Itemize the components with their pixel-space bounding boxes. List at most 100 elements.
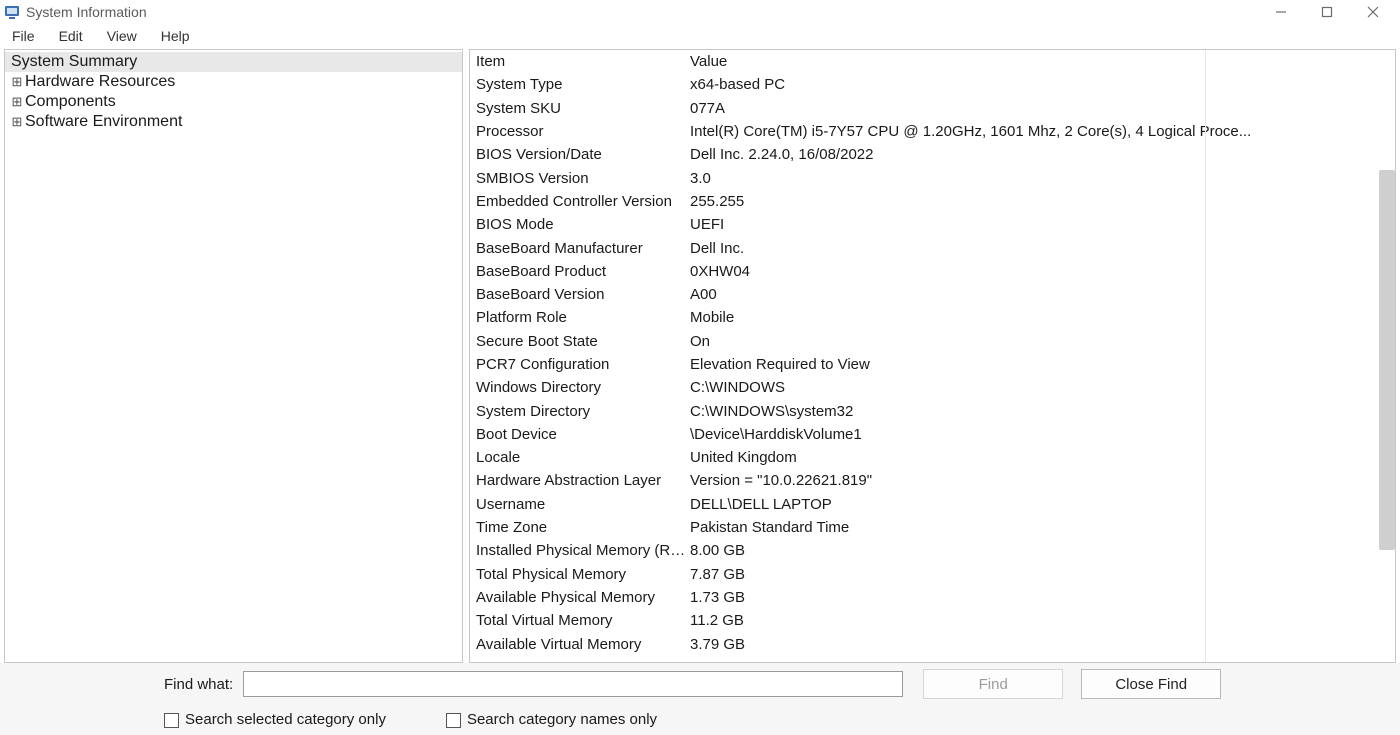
details-grid[interactable]: Item Value System Typex64-based PCSystem… bbox=[470, 50, 1395, 662]
find-input[interactable] bbox=[243, 671, 903, 697]
cell-item: Platform Role bbox=[470, 309, 688, 326]
cell-value: On bbox=[688, 333, 1395, 350]
find-button-label: Find bbox=[979, 676, 1008, 693]
scrollbar-thumb[interactable] bbox=[1379, 170, 1395, 550]
checkbox-icon[interactable] bbox=[164, 713, 179, 728]
cell-item: Processor bbox=[470, 123, 688, 140]
find-bar: Find what: Find Close Find Search select… bbox=[0, 663, 1400, 735]
grid-row[interactable]: Total Physical Memory7.87 GB bbox=[470, 563, 1395, 586]
grid-row[interactable]: Installed Physical Memory (RAM)8.00 GB bbox=[470, 539, 1395, 562]
menu-bar: File Edit View Help bbox=[0, 24, 1400, 48]
cell-item: Time Zone bbox=[470, 519, 688, 536]
opt-selected-category[interactable]: Search selected category only bbox=[164, 711, 386, 728]
cell-item: Username bbox=[470, 496, 688, 513]
tree-root[interactable]: System Summary bbox=[5, 52, 462, 72]
cell-item: BaseBoard Manufacturer bbox=[470, 240, 688, 257]
maximize-button[interactable] bbox=[1304, 0, 1350, 24]
grid-row[interactable]: System SKU077A bbox=[470, 97, 1395, 120]
cell-item: Hardware Abstraction Layer bbox=[470, 472, 688, 489]
grid-row[interactable]: Secure Boot StateOn bbox=[470, 330, 1395, 353]
cell-item: BIOS Mode bbox=[470, 216, 688, 233]
grid-row[interactable]: Embedded Controller Version255.255 bbox=[470, 190, 1395, 213]
cell-value: Pakistan Standard Time bbox=[688, 519, 1395, 536]
cell-item: SMBIOS Version bbox=[470, 170, 688, 187]
cell-value: DELL\DELL LAPTOP bbox=[688, 496, 1395, 513]
expand-icon[interactable]: ⊞ bbox=[11, 74, 23, 90]
cell-item: Windows Directory bbox=[470, 379, 688, 396]
header-item[interactable]: Item bbox=[470, 53, 688, 70]
cell-value: Version = "10.0.22621.819" bbox=[688, 472, 1395, 489]
cell-item: BaseBoard Product bbox=[470, 263, 688, 280]
details-pane: Item Value System Typex64-based PCSystem… bbox=[469, 49, 1396, 663]
cell-item: System Directory bbox=[470, 403, 688, 420]
find-button[interactable]: Find bbox=[923, 669, 1063, 699]
grid-row[interactable]: BIOS Version/DateDell Inc. 2.24.0, 16/08… bbox=[470, 143, 1395, 166]
close-find-button[interactable]: Close Find bbox=[1081, 669, 1221, 699]
tree-node-hardware[interactable]: ⊞Hardware Resources bbox=[5, 72, 462, 92]
cell-value: Intel(R) Core(TM) i5-7Y57 CPU @ 1.20GHz,… bbox=[688, 123, 1395, 140]
cell-item: Total Virtual Memory bbox=[470, 612, 688, 629]
grid-row[interactable]: Windows DirectoryC:\WINDOWS bbox=[470, 376, 1395, 399]
opt-category-names-label: Search category names only bbox=[467, 711, 657, 728]
content-area: System Summary ⊞Hardware Resources ⊞Comp… bbox=[0, 48, 1400, 663]
grid-row[interactable]: Available Physical Memory1.73 GB bbox=[470, 586, 1395, 609]
cell-value: 077A bbox=[688, 100, 1395, 117]
header-value[interactable]: Value bbox=[688, 53, 1395, 70]
grid-row[interactable]: Platform RoleMobile bbox=[470, 306, 1395, 329]
find-label: Find what: bbox=[164, 676, 233, 693]
minimize-button[interactable] bbox=[1258, 0, 1304, 24]
cell-item: BIOS Version/Date bbox=[470, 146, 688, 163]
cell-item: PCR7 Configuration bbox=[470, 356, 688, 373]
cell-item: Available Physical Memory bbox=[470, 589, 688, 606]
menu-view[interactable]: View bbox=[103, 26, 141, 46]
menu-help[interactable]: Help bbox=[157, 26, 194, 46]
cell-item: System SKU bbox=[470, 100, 688, 117]
cell-item: BaseBoard Version bbox=[470, 286, 688, 303]
grid-row[interactable]: System Typex64-based PC bbox=[470, 73, 1395, 96]
cell-value: C:\WINDOWS\system32 bbox=[688, 403, 1395, 420]
grid-row[interactable]: Time ZonePakistan Standard Time bbox=[470, 516, 1395, 539]
tree-node-label: Components bbox=[25, 93, 116, 110]
grid-row[interactable]: PCR7 ConfigurationElevation Required to … bbox=[470, 353, 1395, 376]
grid-row[interactable]: BIOS ModeUEFI bbox=[470, 213, 1395, 236]
cell-item: Locale bbox=[470, 449, 688, 466]
tree-node-label: Software Environment bbox=[25, 113, 182, 130]
grid-row[interactable]: SMBIOS Version3.0 bbox=[470, 166, 1395, 189]
cell-value: 3.0 bbox=[688, 170, 1395, 187]
tree-node-components[interactable]: ⊞Components bbox=[5, 92, 462, 112]
grid-row[interactable]: UsernameDELL\DELL LAPTOP bbox=[470, 493, 1395, 516]
category-tree[interactable]: System Summary ⊞Hardware Resources ⊞Comp… bbox=[4, 49, 463, 663]
grid-row[interactable]: Total Virtual Memory11.2 GB bbox=[470, 609, 1395, 632]
grid-row[interactable]: LocaleUnited Kingdom bbox=[470, 446, 1395, 469]
grid-row[interactable]: Boot Device\Device\HarddiskVolume1 bbox=[470, 423, 1395, 446]
checkbox-icon[interactable] bbox=[446, 713, 461, 728]
grid-row[interactable]: System DirectoryC:\WINDOWS\system32 bbox=[470, 399, 1395, 422]
grid-row[interactable]: BaseBoard ManufacturerDell Inc. bbox=[470, 236, 1395, 259]
menu-file[interactable]: File bbox=[8, 26, 39, 46]
grid-row[interactable]: BaseBoard VersionA00 bbox=[470, 283, 1395, 306]
cell-item: Installed Physical Memory (RAM) bbox=[470, 542, 688, 559]
cell-value: 1.73 GB bbox=[688, 589, 1395, 606]
opt-category-names[interactable]: Search category names only bbox=[446, 711, 657, 728]
grid-row[interactable]: Hardware Abstraction LayerVersion = "10.… bbox=[470, 469, 1395, 492]
cell-value: 8.00 GB bbox=[688, 542, 1395, 559]
cell-item: Secure Boot State bbox=[470, 333, 688, 350]
expand-icon[interactable]: ⊞ bbox=[11, 114, 23, 130]
grid-row[interactable]: Available Virtual Memory3.79 GB bbox=[470, 632, 1395, 655]
expand-icon[interactable]: ⊞ bbox=[11, 94, 23, 110]
cell-value: 7.87 GB bbox=[688, 566, 1395, 583]
cell-item: Embedded Controller Version bbox=[470, 193, 688, 210]
window-controls bbox=[1258, 0, 1396, 24]
close-button[interactable] bbox=[1350, 0, 1396, 24]
grid-header[interactable]: Item Value bbox=[470, 50, 1395, 73]
cell-value: United Kingdom bbox=[688, 449, 1395, 466]
menu-edit[interactable]: Edit bbox=[55, 26, 87, 46]
cell-value: UEFI bbox=[688, 216, 1395, 233]
cell-value: 0XHW04 bbox=[688, 263, 1395, 280]
cell-value: x64-based PC bbox=[688, 76, 1395, 93]
tree-node-software[interactable]: ⊞Software Environment bbox=[5, 112, 462, 132]
tree-root-label: System Summary bbox=[11, 53, 137, 70]
grid-row[interactable]: ProcessorIntel(R) Core(TM) i5-7Y57 CPU @… bbox=[470, 120, 1395, 143]
cell-value: A00 bbox=[688, 286, 1395, 303]
grid-row[interactable]: BaseBoard Product0XHW04 bbox=[470, 260, 1395, 283]
